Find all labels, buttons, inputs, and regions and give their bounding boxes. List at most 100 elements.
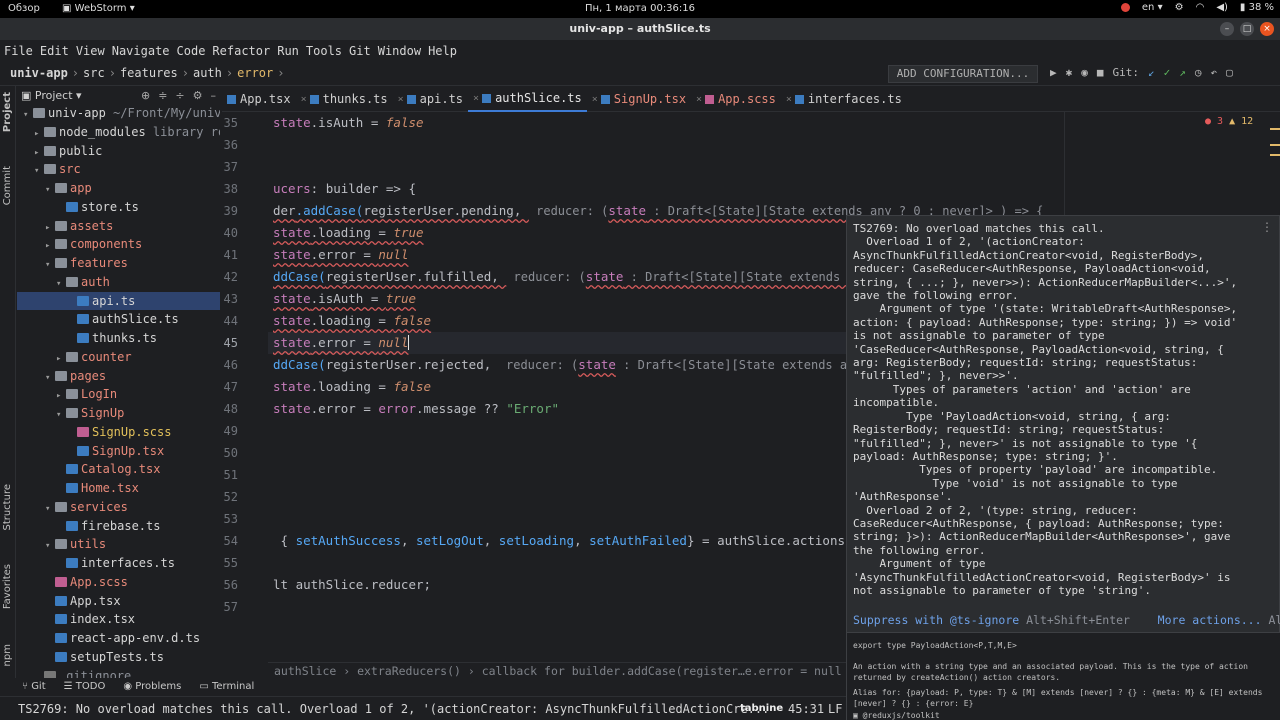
suppress-ts-ignore-link[interactable]: Suppress with @ts-ignore [853,613,1019,627]
chevron-right-icon[interactable]: ▸ [45,237,55,255]
chevron-down-icon[interactable]: ▾ [23,106,33,124]
stop-icon[interactable]: ■ [1097,66,1104,79]
close-icon[interactable]: × [696,94,702,105]
chevron-down-icon[interactable]: ▾ [56,406,66,424]
tree-item[interactable]: ▸ node_modules library root [17,123,220,141]
tree-item[interactable]: authSlice.ts [17,310,220,328]
cursor-position[interactable]: 45:31 [788,697,824,720]
accessibility-icon[interactable]: ⚙ [1175,2,1184,13]
tree-item[interactable]: ▾ auth [17,273,220,291]
breadcrumb-project[interactable]: univ-app [10,66,68,80]
warning-marker[interactable] [1270,128,1280,130]
tree-item[interactable]: ▾ univ-app ~/Front/My/univ-a [17,104,220,122]
menu-edit[interactable]: Edit [40,40,69,62]
more-options-icon[interactable]: ⋮ [1261,220,1273,234]
commit-tool-tab[interactable]: Commit [2,166,13,205]
tree-item[interactable]: interfaces.ts [17,554,220,572]
tree-item[interactable]: ▾ features [17,254,220,272]
code-line-45[interactable]: state.error = null [273,332,410,354]
tree-item[interactable]: ▾ app [17,179,220,197]
chevron-down-icon[interactable]: ▾ [34,162,44,180]
tree-item[interactable]: ▸ counter [17,348,220,366]
tree-item[interactable]: .gitignore [17,667,220,678]
collapse-all-icon[interactable]: ≑ [158,89,167,102]
chevron-right-icon[interactable]: ▸ [56,387,66,405]
tree-item[interactable]: setupTests.ts [17,648,220,666]
editor-tab[interactable]: × SignUp.tsx [587,86,691,112]
chevron-down-icon[interactable]: ▾ [56,275,66,293]
todo-tool-button[interactable]: ☰ TODO [64,678,106,696]
tree-item[interactable]: thunks.ts [17,329,220,347]
chevron-down-icon[interactable]: ▾ [45,181,55,199]
warning-marker[interactable] [1270,154,1280,156]
code-line-42[interactable]: ddCase(registerUser.fulfilled, reducer: … [273,266,898,288]
close-button[interactable]: × [1260,22,1274,36]
tree-item[interactable]: ▾ src [17,160,220,178]
menu-view[interactable]: View [76,40,105,62]
tree-item[interactable]: ▸ components [17,235,220,253]
system-clock[interactable]: Пн, 1 марта 00:36:16 [0,3,1280,14]
add-configuration-button[interactable]: ADD CONFIGURATION... [888,65,1038,83]
code-line-56[interactable]: lt authSlice.reducer; [273,574,431,596]
code-line-46[interactable]: ddCase(registerUser.rejected, reducer: (… [273,354,890,376]
chevron-down-icon[interactable]: ▾ [45,256,55,274]
tree-item[interactable]: ▸ LogIn [17,385,220,403]
chevron-right-icon[interactable]: ▸ [34,125,44,143]
git-rollback-icon[interactable]: ↶ [1211,66,1218,79]
menu-git[interactable]: Git [349,40,371,62]
close-icon[interactable]: × [473,93,479,104]
run-icon[interactable]: ▶ [1050,66,1057,79]
git-commit-icon[interactable]: ✓ [1164,66,1171,79]
editor-tab[interactable]: × authSlice.ts [468,86,587,112]
breadcrumb-features[interactable]: features [120,66,178,80]
tree-item[interactable]: api.ts [17,291,220,310]
editor-tab[interactable]: × api.ts [393,86,468,112]
code-line-35[interactable]: state.isAuth = false [273,112,424,134]
code-line-38[interactable]: ucers: builder => { [273,178,416,200]
tree-item[interactable]: react-app-env.d.ts [17,629,220,647]
language-indicator[interactable]: en ▾ [1142,2,1163,13]
menu-code[interactable]: Code [177,40,206,62]
battery-indicator[interactable]: ▮ 38 % [1240,2,1274,13]
breadcrumb-auth[interactable]: auth [193,66,222,80]
tree-item[interactable]: store.ts [17,198,220,216]
tree-item[interactable]: App.scss [17,573,220,591]
chevron-down-icon[interactable]: ▾ [45,500,55,518]
tabnine-indicator[interactable]: tabnine [740,697,783,720]
chevron-down-icon[interactable]: ▾ [45,537,55,555]
tree-item[interactable]: firebase.ts [17,517,220,535]
tree-item[interactable]: index.tsx [17,610,220,628]
menu-tools[interactable]: Tools [306,40,342,62]
layout-icon[interactable]: ▢ [1226,66,1233,79]
git-history-icon[interactable]: ◷ [1195,66,1202,79]
tree-item[interactable]: ▾ utils [17,535,220,553]
tree-item[interactable]: SignUp.scss [17,423,220,441]
code-line-48[interactable]: state.error = error.message ?? "Error" [273,398,559,420]
structure-tool-tab[interactable]: Structure [2,484,13,531]
close-icon[interactable]: × [398,94,404,105]
tree-item[interactable]: ▾ SignUp [17,404,220,422]
chevron-down-icon[interactable]: ▾ [45,369,55,387]
menu-window[interactable]: Window [378,40,421,62]
tree-item[interactable]: ▾ services [17,498,220,516]
hide-panel-icon[interactable]: – [211,89,217,102]
close-icon[interactable]: × [301,94,307,105]
git-tool-button[interactable]: ⑂ Git [22,678,46,696]
maximize-button[interactable]: □ [1240,22,1254,36]
code-line-44[interactable]: state.loading = false [273,310,431,332]
more-actions-link[interactable]: More actions... [1158,613,1262,627]
close-icon[interactable]: × [592,94,598,105]
tree-item[interactable]: App.tsx [17,592,220,610]
menu-navigate[interactable]: Navigate [112,40,170,62]
code-line-54[interactable]: { setAuthSuccess, setLogOut, setLoading,… [273,530,846,552]
problems-tool-button[interactable]: ◉ Problems [123,678,181,696]
settings-gear-icon[interactable]: ⚙ [193,89,203,102]
editor-tab[interactable]: App.tsx [222,86,296,112]
menu-file[interactable]: File [4,40,33,62]
tree-item[interactable]: ▾ pages [17,367,220,385]
code-line-47[interactable]: state.loading = false [273,376,431,398]
code-line-40[interactable]: state.loading = true [273,222,424,244]
notification-icon[interactable] [1120,3,1130,12]
menu-run[interactable]: Run [277,40,299,62]
editor-tab[interactable]: × interfaces.ts [781,86,907,112]
